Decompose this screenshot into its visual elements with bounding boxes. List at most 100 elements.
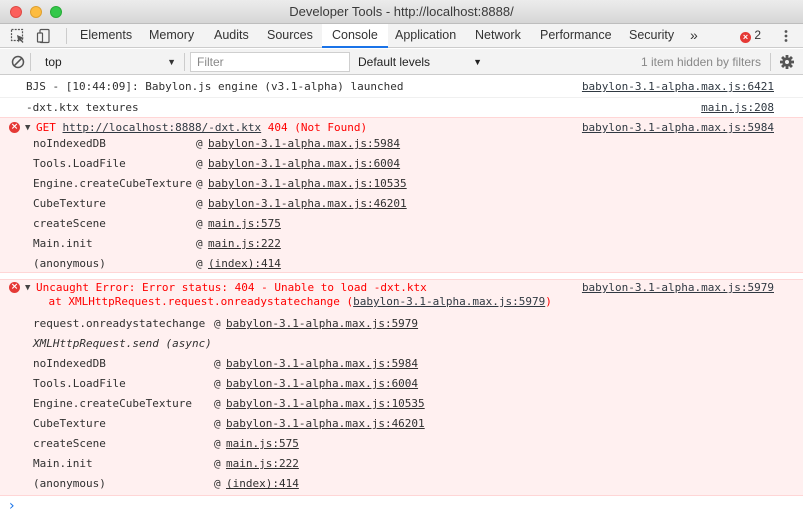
stack-frame-function: request.onreadystatechange	[33, 317, 206, 330]
console-message-error: × ▼ GET http://localhost:8888/-dxt.ktx 4…	[0, 117, 803, 273]
stack-frame-row: Engine.createCubeTexture @ babylon-3.1-alp…	[0, 394, 803, 414]
console-message-log: BJS - [10:44:09]: Babylon.js engine (v3.…	[0, 76, 803, 98]
log-levels-value: Default levels	[358, 55, 431, 69]
tab-sources[interactable]: Sources	[267, 24, 313, 48]
console-message-log: -dxt.ktx textures main.js:208	[0, 98, 803, 118]
console-message-error: × ▼ Uncaught Error: Error status: 404 - …	[0, 279, 803, 496]
device-toolbar-icon[interactable]	[36, 28, 52, 44]
source-link[interactable]: main.js:208	[701, 98, 774, 118]
stack-frame-row: (anonymous) @ (index):414	[0, 254, 803, 274]
stack-frame-at: @	[214, 377, 221, 390]
stack-frame-at: @	[196, 177, 203, 190]
stack-at-prefix: at XMLHttpRequest.request.onreadystatech…	[22, 295, 354, 308]
console-toolbar: top ▼ Filter Default levels ▼ 1 item hid…	[0, 49, 803, 75]
tab-network[interactable]: Network	[475, 24, 521, 48]
stack-frame-row: createScene @ main.js:575	[0, 434, 803, 454]
async-boundary-label: XMLHttpRequest.send (async)	[33, 337, 212, 350]
tab-elements[interactable]: Elements	[80, 24, 132, 48]
toolbar-separator	[184, 53, 185, 71]
stack-frame-function: Tools.LoadFile	[33, 157, 126, 170]
stack-frame-row: Main.init @ main.js:222	[0, 454, 803, 474]
console-prompt[interactable]: ›	[9, 498, 15, 514]
tab-audits[interactable]: Audits	[214, 24, 249, 48]
stack-frame-row: CubeTexture @ babylon-3.1-alpha.max.js:462…	[0, 414, 803, 434]
stack-frame-link[interactable]: babylon-3.1-alpha.max.js:10535	[226, 394, 425, 414]
stack-frame-row: Engine.createCubeTexture @ babylon-3.1-alp…	[0, 174, 803, 194]
stack-frame-link[interactable]: babylon-3.1-alpha.max.js:10535	[208, 174, 407, 194]
stack-frame-function: Main.init	[33, 237, 93, 250]
clear-console-icon[interactable]	[10, 54, 26, 70]
stack-frame-at: @	[214, 437, 221, 450]
stack-frame-link[interactable]: main.js:575	[208, 214, 281, 234]
tab-application[interactable]: Application	[395, 24, 456, 48]
kebab-menu-icon[interactable]	[778, 28, 794, 44]
stack-frame-function: CubeTexture	[33, 417, 106, 430]
stack-frame-row: createScene @ main.js:575	[0, 214, 803, 234]
window-titlebar: Developer Tools - http://localhost:8888/	[0, 0, 803, 24]
stack-frame-function: (anonymous)	[33, 477, 106, 490]
filter-input[interactable]: Filter	[190, 52, 350, 72]
stack-frame-at: @	[214, 477, 221, 490]
error-count-badge[interactable]: × 2	[740, 28, 761, 44]
stack-frame-link[interactable]: main.js:222	[226, 454, 299, 474]
stack-frame-row: CubeTexture @ babylon-3.1-alpha.max.js:462…	[0, 194, 803, 214]
stack-frame-function: createScene	[33, 217, 106, 230]
stack-frame-function: createScene	[33, 437, 106, 450]
stack-frame-link[interactable]: main.js:575	[226, 434, 299, 454]
error-count: 2	[754, 28, 762, 42]
stack-frame-link[interactable]: babylon-3.1-alpha.max.js:6004	[208, 154, 400, 174]
tab-console[interactable]: Console	[322, 24, 388, 48]
stack-frame-link[interactable]: (index):414	[226, 474, 299, 494]
tab-security[interactable]: Security	[629, 24, 674, 48]
request-status: 404 (Not Found)	[261, 121, 368, 134]
stack-frame-link[interactable]: (index):414	[208, 254, 281, 274]
stack-frame-function: noIndexedDB	[33, 357, 106, 370]
stack-frame-function: Tools.LoadFile	[33, 377, 126, 390]
log-levels-dropdown[interactable]: Default levels ▼	[356, 52, 482, 72]
stack-frame-link[interactable]: babylon-3.1-alpha.max.js:5984	[208, 134, 400, 154]
stack-frame-function: Main.init	[33, 457, 93, 470]
hidden-items-message: 1 item hidden by filters	[640, 55, 761, 69]
stack-frame-at: @	[214, 397, 221, 410]
stack-frame-link[interactable]: main.js:222	[208, 234, 281, 254]
stack-frame-link[interactable]: babylon-3.1-alpha.max.js:46201	[208, 194, 407, 214]
stack-frame-link[interactable]: babylon-3.1-alpha.max.js:5979	[226, 314, 418, 334]
request-method: GET	[36, 121, 63, 134]
stack-frame-at: @	[196, 197, 203, 210]
log-text: BJS - [10:44:09]: Babylon.js engine (v3.…	[26, 80, 404, 93]
stack-frame-link[interactable]: babylon-3.1-alpha.max.js:46201	[226, 414, 425, 434]
tabbar-separator	[66, 28, 67, 44]
stack-frame-at: @	[196, 137, 203, 150]
stack-frame-row: noIndexedDB @ babylon-3.1-alpha.max.js:598…	[0, 134, 803, 154]
stack-frame-row: Main.init @ main.js:222	[0, 234, 803, 254]
error-icon: ×	[740, 32, 751, 43]
inspect-element-icon[interactable]	[10, 28, 26, 44]
source-link[interactable]: babylon-3.1-alpha.max.js:6421	[582, 77, 774, 97]
stack-frame-at: @	[196, 257, 203, 270]
chevron-down-icon: ▼	[167, 57, 176, 67]
toolbar-separator	[30, 53, 31, 71]
stack-at-link[interactable]: babylon-3.1-alpha.max.js:5979	[353, 295, 545, 308]
tab-memory[interactable]: Memory	[149, 24, 194, 48]
stack-frame-function: (anonymous)	[33, 257, 106, 270]
stack-frame-row: Tools.LoadFile @ babylon-3.1-alpha.max.js:…	[0, 154, 803, 174]
stack-frame-link[interactable]: babylon-3.1-alpha.max.js:5984	[226, 354, 418, 374]
stack-frame-at: @	[214, 457, 221, 470]
error-icon: ×	[9, 282, 20, 293]
request-url-link[interactable]: http://localhost:8888/-dxt.ktx	[63, 121, 262, 134]
chevron-down-icon: ▼	[473, 57, 482, 67]
gear-icon[interactable]	[779, 54, 795, 70]
stack-frame-function: Engine.createCubeTexture	[33, 397, 192, 410]
stack-frame-function: Engine.createCubeTexture	[33, 177, 192, 190]
stack-frame-at: @	[196, 157, 203, 170]
stack-frame-at: @	[196, 237, 203, 250]
context-value: top	[45, 55, 62, 69]
stack-frame-row: (anonymous) @ (index):414	[0, 474, 803, 494]
more-tabs-button[interactable]: »	[690, 24, 698, 48]
context-selector[interactable]: top ▼	[36, 52, 178, 72]
stack-frame-link[interactable]: babylon-3.1-alpha.max.js:6004	[226, 374, 418, 394]
devtools-tabbar: Elements Memory Audits Sources Console A…	[0, 24, 803, 48]
tab-performance[interactable]: Performance	[540, 24, 612, 48]
stack-frame-function: noIndexedDB	[33, 137, 106, 150]
stack-frame-function: CubeTexture	[33, 197, 106, 210]
